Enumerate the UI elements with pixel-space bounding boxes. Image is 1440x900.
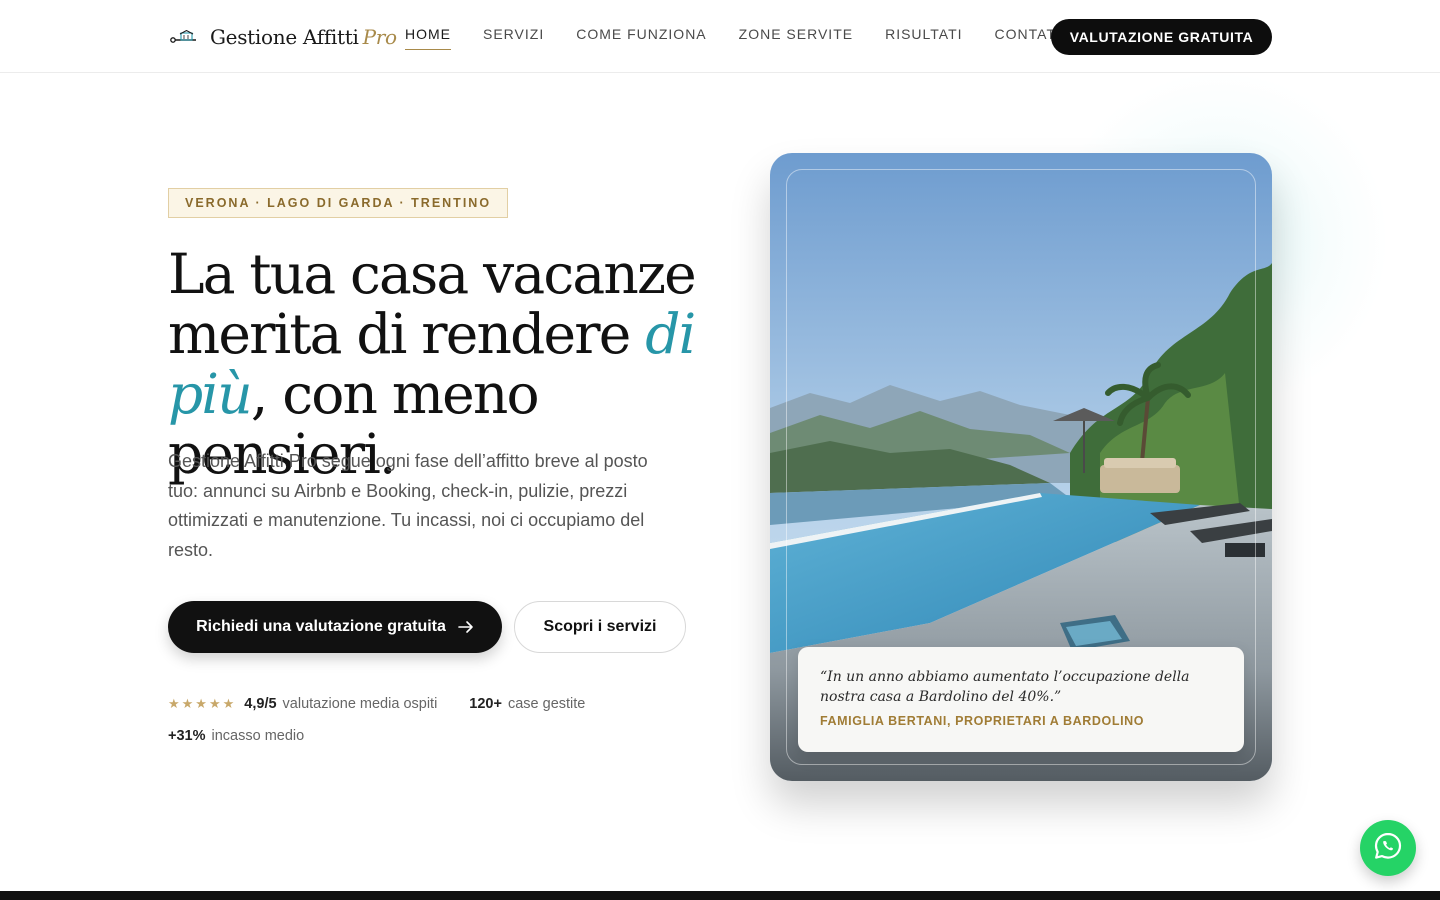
nav-item-zone-servite[interactable]: ZONE SERVITE [739,26,853,50]
nav-item-risultati[interactable]: RISULTATI [885,26,962,50]
site-header: Gestione Affitti Pro HOME SERVIZI COME FU… [0,0,1440,73]
testimonial-quote: “In un anno abbiamo aumentato l’occupazi… [820,669,1190,705]
free-valuation-button[interactable]: VALUTAZIONE GRATUITA [1051,19,1272,55]
homes-value: 120+ [469,696,502,712]
stats-row-2: +31% incasso medio [168,728,304,744]
income-label: incasso medio [211,728,305,744]
discover-services-button[interactable]: Scopri i servizi [514,601,686,653]
homes-label: case gestite [507,696,586,712]
income-value: +31% [168,728,206,744]
stats-row: ★★★★★ 4,9/5 valutazione media ospiti 120… [168,696,585,712]
whatsapp-icon [1373,831,1403,866]
request-valuation-button[interactable]: Richiedi una valutazione gratuita [168,601,502,653]
whatsapp-button[interactable] [1360,820,1416,876]
hero-lead: Gestione Affitti Pro segue ogni fase del… [168,451,648,560]
house-logo-icon [170,29,198,44]
nav-item-home[interactable]: HOME [405,26,451,50]
hero-photo: “In un anno abbiamo aumentato l’occupazi… [770,153,1272,781]
brand-name: Gestione Affitti Pro [210,25,397,49]
arrow-right-icon [458,620,474,634]
rating-stars-icon: ★★★★★ [168,696,237,711]
testimonial-card: “In un anno abbiamo aumentato l’occupazi… [798,647,1244,752]
nav-item-come-funziona[interactable]: COME FUNZIONA [576,26,706,50]
next-section-edge [0,891,1440,900]
rating-label: valutazione media ospiti [282,696,438,712]
request-valuation-label: Richiedi una valutazione gratuita [196,618,446,635]
region-tag: VERONA · LAGO DI GARDA · TRENTINO [168,188,509,218]
rating-value: 4,9/5 [244,696,277,712]
brand-logo[interactable]: Gestione Affitti Pro [170,22,397,52]
main-nav: HOME SERVIZI COME FUNZIONA ZONE SERVITE … [405,26,1070,50]
nav-item-servizi[interactable]: SERVIZI [483,26,544,50]
testimonial-author: FAMIGLIA BERTANI, PROPRIETARI A BARDOLIN… [820,714,1145,728]
brand-suffix: Pro [362,25,397,49]
